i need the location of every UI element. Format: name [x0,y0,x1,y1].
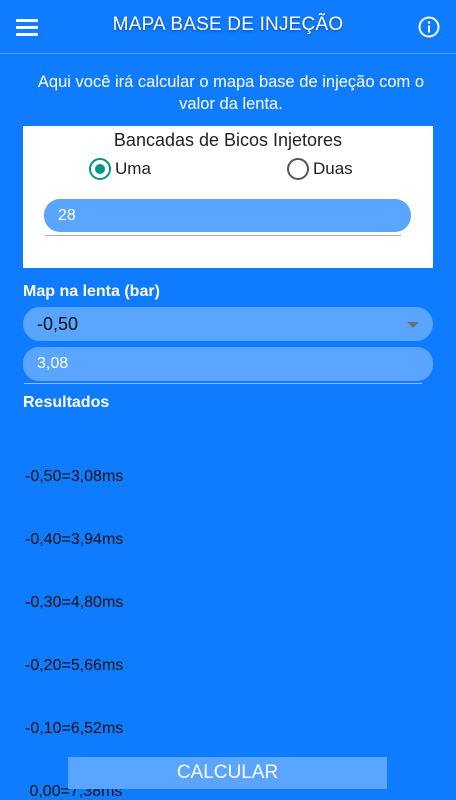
radio-duas[interactable]: Duas [287,158,353,180]
result-line: -0,40=3,94ms [25,531,124,548]
intro-text: Aqui você irá calcular o mapa base de in… [37,73,425,113]
map-lenta-selected-value: -0,50 [37,313,79,334]
resultados-list: -0,50=3,08ms -0,40=3,94ms -0,30=4,80ms -… [25,424,123,800]
radio-unchecked-icon [287,158,309,180]
dropdown-arrow-icon [407,322,419,328]
radio-checked-icon [89,158,111,180]
value-input-underline [24,383,422,384]
map-lenta-value-input[interactable]: 3,08 [23,347,433,381]
map-lenta-select[interactable]: -0,50 [23,307,433,341]
result-line: -0,10=6,52ms [25,720,124,737]
radio-uma[interactable]: Uma [89,158,151,180]
map-lenta-label: Map na lenta (bar) [23,283,160,300]
page-title: MAPA BASE DE INJEÇÃO [112,14,344,35]
bancadas-input-underline [45,235,401,236]
bancadas-title: Bancadas de Bicos Injetores [113,130,343,150]
info-icon[interactable] [418,16,440,38]
bancadas-card: Bancadas de Bicos Injetores Uma Duas 28 [23,126,433,268]
app-bar: MAPA BASE DE INJEÇÃO [0,0,456,54]
bancadas-input[interactable]: 28 [44,199,411,232]
result-line: -0,50=3,08ms [25,468,124,485]
resultados-label: Resultados [23,394,110,411]
radio-duas-label: Duas [313,159,353,178]
hamburger-menu-icon[interactable] [16,17,38,37]
result-line: -0,30=4,80ms [25,594,124,611]
result-line: -0,20=5,66ms [25,657,124,674]
radio-uma-label: Uma [115,159,151,178]
calcular-button[interactable]: CALCULAR [68,757,387,789]
